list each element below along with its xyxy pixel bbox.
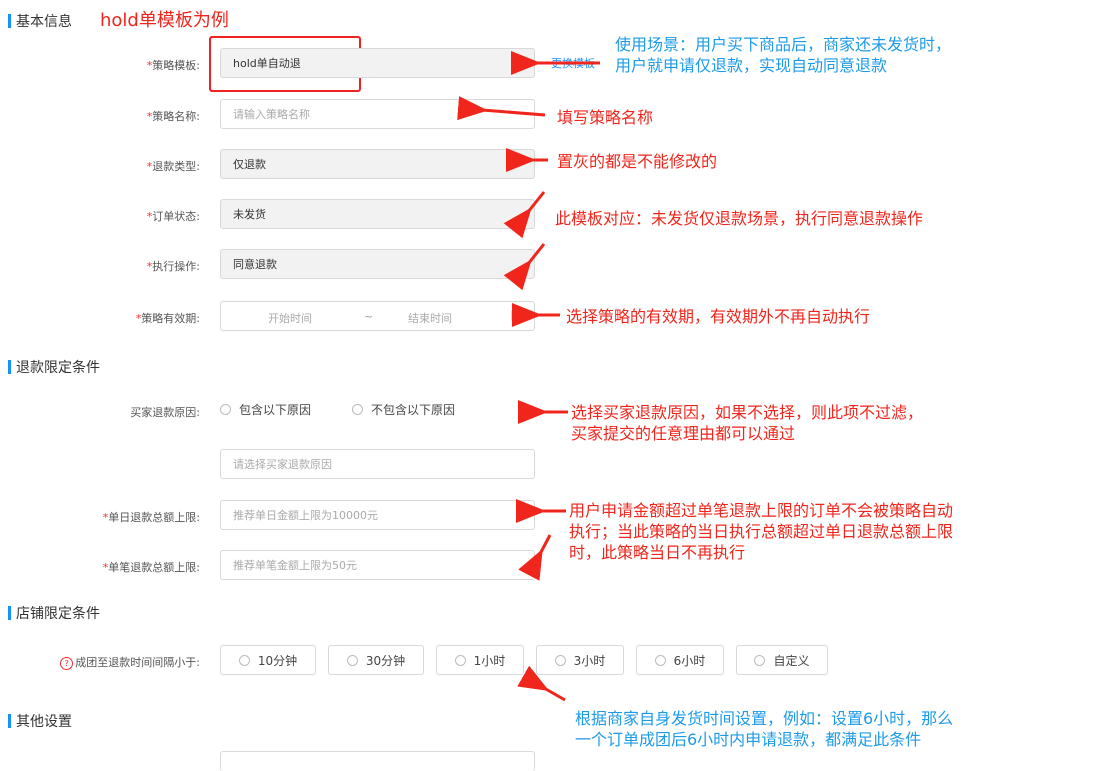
annotation-limits-line: 时，此策略当日不再执行 bbox=[569, 543, 746, 562]
arrow-single-limit bbox=[518, 534, 552, 581]
arrow-order-status bbox=[503, 191, 546, 239]
arrow-name bbox=[457, 96, 546, 121]
annotation-interval: 根据商家自身发货时间设置，例如：设置6小时，那么 一个订单成团后6小时内申请退款… bbox=[575, 708, 953, 750]
annotation-interval-line: 一个订单成团后6小时内申请退款，都满足此条件 bbox=[575, 730, 922, 749]
annotation-reason-line: 买家提交的任意理由都可以通过 bbox=[571, 424, 796, 443]
arrow-interval bbox=[517, 665, 566, 702]
annotation-arrows bbox=[457, 51, 600, 702]
annotation-scene-line: 使用场景：用户买下商品后，商家还未发货时， bbox=[615, 35, 952, 54]
annotation-limits: 用户申请金额超过单笔退款上限的订单不会被策略自动 执行；当此策略的当日执行总额超… bbox=[569, 500, 953, 563]
arrow-action bbox=[503, 243, 546, 291]
annotation-limits-line: 执行；当此策略的当日执行总额超过单日退款总额上限 bbox=[569, 522, 954, 541]
annotation-reason: 选择买家退款原因，如果不选择，则此项不过滤， 买家提交的任意理由都可以通过 bbox=[571, 402, 923, 444]
annotation-validity: 选择策略的有效期，有效期外不再自动执行 bbox=[566, 307, 871, 326]
annotation-interval-line: 根据商家自身发货时间设置，例如：设置6小时，那么 bbox=[575, 709, 954, 728]
annotation-limits-line: 用户申请金额超过单笔退款上限的订单不会被策略自动 bbox=[569, 501, 954, 520]
annotation-template-match: 此模板对应：未发货仅退款场景，执行同意退款操作 bbox=[555, 209, 924, 228]
annotation-scene: 使用场景：用户买下商品后，商家还未发货时， 用户就申请仅退款，实现自动同意退款 bbox=[615, 34, 951, 76]
annotation-name: 填写策略名称 bbox=[557, 108, 654, 127]
annotation-reason-line: 选择买家退款原因，如果不选择，则此项不过滤， bbox=[571, 403, 924, 422]
annotation-grey: 置灰的都是不能修改的 bbox=[557, 152, 718, 171]
annotation-scene-line: 用户就申请仅退款，实现自动同意退款 bbox=[615, 56, 888, 75]
